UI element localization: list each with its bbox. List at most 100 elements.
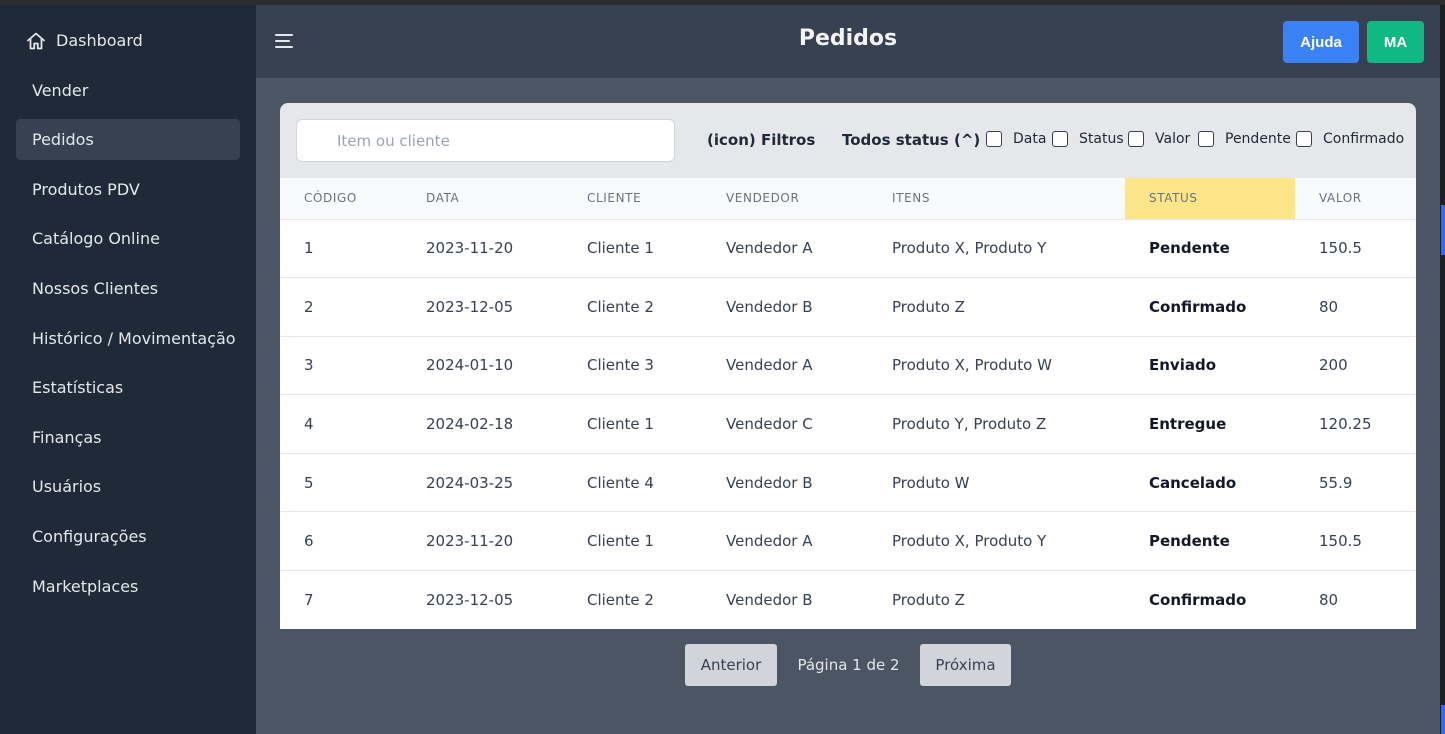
column-header-data[interactable]: DATA xyxy=(402,178,563,220)
sidebar-item-label: Vender xyxy=(32,80,89,100)
window-right-edge xyxy=(1440,5,1445,734)
sidebar-item-marketplaces[interactable]: Marketplaces xyxy=(16,566,240,607)
column-header-codigo[interactable]: CÓDIGO xyxy=(280,178,402,220)
filter-confirmado[interactable]: Confirmado xyxy=(1296,131,1404,147)
table-header-row: CÓDIGO DATA CLIENTE VENDEDOR ITENS STATU… xyxy=(280,178,1416,220)
cell-vendedor: Vendedor B xyxy=(702,453,868,513)
cell-itens: Produto X, Produto Y xyxy=(868,511,1125,572)
cell-data: 2024-02-18 xyxy=(402,394,563,454)
sidebar-item-dashboard[interactable]: Dashboard xyxy=(16,20,240,61)
cell-itens: Produto W xyxy=(868,453,1125,513)
sidebar: Dashboard Vender Pedidos Produtos PDV Ca… xyxy=(0,5,256,734)
cell-vendedor: Vendedor A xyxy=(702,511,868,572)
sidebar-item-estatisticas[interactable]: Estatísticas xyxy=(16,367,240,408)
cell-status: Confirmado xyxy=(1149,591,1247,610)
sidebar-item-vender[interactable]: Vender xyxy=(16,70,240,111)
table-row[interactable]: 7 2023-12-05 Cliente 2 Vendedor B Produto Z C… xyxy=(280,571,1416,630)
sidebar-item-label: Configurações xyxy=(32,526,147,546)
search-input[interactable] xyxy=(296,119,675,162)
cell-cliente: Cliente 3 xyxy=(563,336,702,396)
column-header-valor[interactable]: VALOR xyxy=(1295,178,1416,220)
previous-page-button[interactable]: Anterior xyxy=(685,644,777,686)
table-row[interactable]: 2 2023-12-05 Cliente 2 Vendedor B Produto ZC… xyxy=(280,277,1416,337)
cell-cliente: Cliente 2 xyxy=(587,591,654,610)
checkbox-label: Pendente xyxy=(1225,131,1291,147)
table-row[interactable]: 5 2024-03-25 Cliente 4 Vendedor B Produto WC… xyxy=(280,453,1416,513)
home-icon xyxy=(26,31,46,51)
cell-vendedor: Vendedor B xyxy=(702,277,868,337)
column-header-vendedor[interactable]: VENDEDOR xyxy=(702,178,868,220)
cell-codigo: 5 xyxy=(280,453,402,513)
table-row[interactable]: 1 2023-11-20 Cliente 1 Vendedor A Produto X,… xyxy=(280,219,1416,279)
sidebar-item-configuracoes[interactable]: Configurações xyxy=(16,516,240,557)
cell-status: Pendente xyxy=(1125,219,1295,279)
cell-valor: 80 xyxy=(1319,591,1339,610)
checkbox-label: Status xyxy=(1079,131,1124,147)
column-header-itens[interactable]: ITENS xyxy=(868,178,1125,220)
cell-cliente: Cliente 1 xyxy=(563,394,702,454)
cell-itens: Produto Y, Produto Z xyxy=(868,394,1125,454)
column-header-status[interactable]: STATUS xyxy=(1125,178,1295,220)
checkbox[interactable] xyxy=(1198,131,1214,147)
cell-itens: Produto Z xyxy=(868,277,1125,337)
checkbox[interactable] xyxy=(1128,131,1144,147)
help-button[interactable]: Ajuda xyxy=(1283,21,1359,63)
filter-status[interactable]: Status xyxy=(1052,131,1124,147)
sidebar-item-produtos-pdv[interactable]: Produtos PDV xyxy=(16,169,240,210)
cell-status: Confirmado xyxy=(1125,277,1295,337)
cell-cliente: Cliente 1 xyxy=(563,219,702,279)
scrollbar-accent xyxy=(1441,205,1445,255)
cell-codigo: 2 xyxy=(280,277,402,337)
cell-codigo: 7 xyxy=(304,591,314,610)
cell-vendedor: Vendedor B xyxy=(726,591,813,610)
checkbox-label: Confirmado xyxy=(1323,131,1405,147)
sidebar-item-historico[interactable]: Histórico / Movimentação xyxy=(16,318,240,359)
column-header-cliente[interactable]: CLIENTE xyxy=(563,178,702,220)
user-avatar-button[interactable]: MA xyxy=(1367,21,1424,63)
cell-status: Enviado xyxy=(1125,336,1295,396)
cell-cliente: Cliente 2 xyxy=(563,277,702,337)
table-row[interactable]: 3 2024-01-10 Cliente 3 Vendedor A Produto X,… xyxy=(280,336,1416,396)
filter-pendente[interactable]: Pendente xyxy=(1198,131,1291,147)
checkbox[interactable] xyxy=(1296,131,1312,147)
cell-valor: 150.5 xyxy=(1295,511,1416,572)
cell-cliente: Cliente 1 xyxy=(563,511,702,572)
cell-codigo: 4 xyxy=(280,394,402,454)
sidebar-item-label: Histórico / Movimentação xyxy=(32,328,236,348)
filter-bar: (icon) Filtros Todos status (^) Data Sta… xyxy=(280,103,1416,178)
cell-vendedor: Vendedor C xyxy=(702,394,868,454)
sidebar-item-pedidos[interactable]: Pedidos xyxy=(16,119,240,161)
sidebar-item-catalogo-online[interactable]: Catálogo Online xyxy=(16,218,240,259)
table-row[interactable]: 6 2023-11-20 Cliente 1 Vendedor A Produto X,… xyxy=(280,511,1416,572)
cell-codigo: 6 xyxy=(280,511,402,572)
cell-codigo: 1 xyxy=(280,219,402,279)
status-filter-toggle[interactable]: Todos status (^) xyxy=(842,131,980,149)
filter-valor[interactable]: Valor xyxy=(1128,131,1190,147)
cell-cliente: Cliente 4 xyxy=(563,453,702,513)
cell-data: 2023-12-05 xyxy=(426,591,514,610)
cell-valor: 55.9 xyxy=(1295,453,1416,513)
next-page-button[interactable]: Próxima xyxy=(920,644,1011,686)
checkbox[interactable] xyxy=(986,131,1002,147)
sidebar-item-label: Dashboard xyxy=(56,31,143,50)
top-header: Pedidos Ajuda MA xyxy=(256,5,1440,78)
sidebar-item-financas[interactable]: Finanças xyxy=(16,417,240,458)
cell-data: 2024-01-10 xyxy=(402,336,563,396)
checkbox-label: Data xyxy=(1013,131,1047,147)
checkbox[interactable] xyxy=(1052,131,1068,147)
cell-data: 2023-11-20 xyxy=(402,511,563,572)
filters-label[interactable]: (icon) Filtros xyxy=(707,131,815,149)
table-row[interactable]: 4 2024-02-18 Cliente 1 Vendedor C Produto Y,… xyxy=(280,394,1416,454)
checkbox-label: Valor xyxy=(1155,131,1191,147)
sidebar-item-usuarios[interactable]: Usuários xyxy=(16,466,240,507)
sidebar-item-label: Nossos Clientes xyxy=(32,278,159,298)
orders-card: (icon) Filtros Todos status (^) Data Sta… xyxy=(280,103,1416,630)
sidebar-item-nossos-clientes[interactable]: Nossos Clientes xyxy=(16,268,240,309)
sidebar-item-label: Catálogo Online xyxy=(32,229,160,249)
filter-data[interactable]: Data xyxy=(986,131,1046,147)
cell-valor: 150.5 xyxy=(1295,219,1416,279)
page-title: Pedidos xyxy=(798,26,898,51)
scrollbar-accent xyxy=(1441,705,1445,734)
cell-vendedor: Vendedor A xyxy=(702,219,868,279)
cell-itens: Produto X, Produto W xyxy=(868,336,1125,396)
